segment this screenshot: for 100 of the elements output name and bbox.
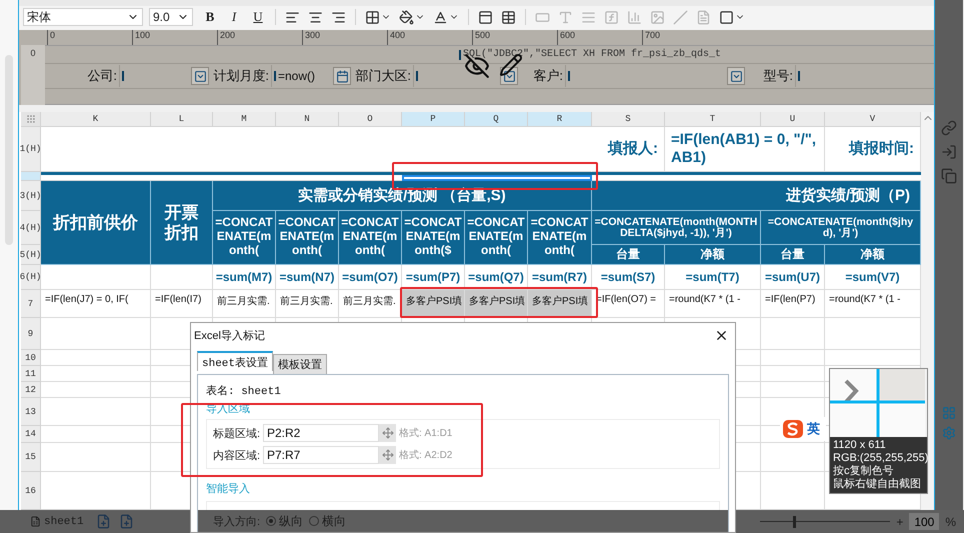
border-icon [365, 10, 380, 24]
data-cell: =IF(len(J7) = 0, IF( [41, 290, 151, 318]
column-header[interactable]: U [761, 112, 825, 127]
ruler-tick: 700 [642, 30, 727, 45]
row-header[interactable]: 16 [21, 472, 41, 510]
column-header[interactable]: L [151, 112, 213, 127]
data-cell: =IF(len(I7) [151, 290, 213, 318]
copy-hint: 按c复制色号 [833, 465, 894, 478]
row-header[interactable]: 12 [21, 382, 41, 398]
add-sheet-icon [96, 514, 111, 529]
ruler-tick: 100 [132, 30, 217, 45]
dropdown-icon [502, 70, 516, 82]
sum-cell: =sum(M7) [213, 265, 276, 290]
zoom-field[interactable]: 100 [909, 513, 940, 530]
row-header[interactable]: 4(H) [21, 211, 41, 245]
import-icon[interactable] [941, 144, 957, 160]
dropdown-button[interactable] [727, 67, 745, 85]
column-header[interactable]: P [402, 112, 465, 127]
dialog-tab[interactable]: 模板设置 [273, 354, 328, 374]
section-title: 智能导入 [206, 482, 250, 496]
align-right-icon [331, 10, 346, 24]
range-field[interactable]: P7:R7 [263, 446, 379, 464]
sum-cell: =sum(Q7) [465, 265, 528, 290]
sum-cell: =sum(S7) [592, 265, 665, 290]
data-cell: 多客户PSI填 [465, 290, 528, 318]
sum-cell: =sum(R7) [528, 265, 592, 290]
parameter-field[interactable]: =now() [271, 65, 331, 87]
cell-selection[interactable] [402, 175, 592, 181]
column-header[interactable]: Q [465, 112, 528, 127]
dialog-title: Excel导入标记 [194, 328, 265, 342]
text-style-button[interactable]: I [223, 7, 245, 27]
add-report-icon [118, 514, 134, 529]
sum-cell: =sum(O7) [339, 265, 402, 290]
copy-icon[interactable] [941, 168, 957, 184]
row-header[interactable]: 15 [21, 443, 41, 472]
dialog-tab[interactable]: sheet表设置 [197, 351, 274, 371]
header-cell: =CONCATENATE(month( [528, 211, 592, 265]
row-header[interactable]: 3(H) [21, 181, 41, 211]
pick-range-button[interactable] [379, 424, 396, 442]
row-header[interactable]: 7 [21, 290, 41, 318]
row-header[interactable]: 11 [21, 366, 41, 382]
font-size-select[interactable]: 9.0 [149, 8, 193, 26]
header-cell: 台量 [761, 245, 825, 265]
font-color-icon [433, 10, 448, 24]
column-header[interactable]: K [41, 112, 151, 127]
header-cell: =CONCATENATE(month( [465, 211, 528, 265]
dropdown-button[interactable] [191, 67, 209, 85]
table-icon [501, 10, 516, 24]
column-header[interactable]: T [665, 112, 761, 127]
sheet-icon [30, 516, 41, 527]
header-cell: =CONCATENATE(month(MONTHDELTA($jhyd, -1)), '月') [592, 211, 761, 245]
column-header[interactable]: V [825, 112, 921, 127]
add-sheet-button[interactable] [96, 514, 111, 529]
text-style-button[interactable]: U [247, 7, 269, 27]
font-select[interactable]: 宋体 [23, 8, 143, 26]
ime-logo-icon[interactable] [782, 419, 804, 439]
header-cell: 净额 [825, 245, 921, 265]
add-report-button[interactable] [118, 514, 134, 529]
frame-icon [719, 10, 734, 24]
row-header[interactable]: 5(H) [21, 245, 41, 265]
list-icon [581, 10, 596, 24]
ime-mode[interactable]: 英 [807, 420, 820, 438]
ruler-tick: 600 [557, 30, 642, 45]
parameter-label: 型号: [762, 67, 794, 85]
zoom-slider-thumb[interactable] [792, 516, 796, 528]
header-cell: 开票折扣 [151, 181, 213, 265]
bar-chart-icon [627, 10, 642, 24]
column-header[interactable]: N [276, 112, 339, 127]
header-cell: =CONCATENATE(month( [276, 211, 339, 265]
function-icon [604, 10, 619, 24]
link-icon[interactable] [941, 120, 957, 136]
parameter-label: 客户: [532, 67, 564, 85]
row-header[interactable]: 14 [21, 426, 41, 443]
data-cell: 多客户PSI填 [528, 290, 592, 318]
column-header[interactable]: M [213, 112, 276, 127]
column-header[interactable]: O [339, 112, 402, 127]
row-header[interactable]: 10 [21, 350, 41, 366]
dropdown-icon [730, 70, 742, 82]
row-header[interactable]: 6(H) [21, 265, 41, 290]
sheet-name: 表名: sheet1 [206, 384, 281, 398]
header-cell: 净额 [665, 245, 761, 265]
size-readout: 1120 x 611 [833, 439, 887, 452]
data-cell: 多客户PSI填 [402, 290, 465, 318]
data-cell: 前三月实需. [213, 290, 276, 318]
text-style-button[interactable]: B [199, 7, 221, 27]
column-header[interactable]: R [528, 112, 592, 127]
data-cell: 前三月实需. [276, 290, 339, 318]
ruler-tick: 0 [47, 30, 132, 45]
grip-icon[interactable] [26, 114, 36, 124]
row-header[interactable]: 13 [21, 398, 41, 426]
header-cell: 进货实绩/预测（P) [592, 181, 921, 211]
range-field[interactable]: P2:R2 [263, 424, 379, 442]
pick-range-button[interactable] [379, 446, 396, 464]
row-header[interactable]: 9 [21, 318, 41, 350]
calendar-button[interactable] [333, 67, 351, 85]
row-header[interactable]: 1(H) [21, 127, 41, 172]
data-cell: =IF(len(P7) [761, 290, 825, 318]
sum-cell: =sum(P7) [402, 265, 465, 290]
column-header[interactable]: S [592, 112, 665, 127]
range-label: 标题区域: [213, 426, 262, 440]
